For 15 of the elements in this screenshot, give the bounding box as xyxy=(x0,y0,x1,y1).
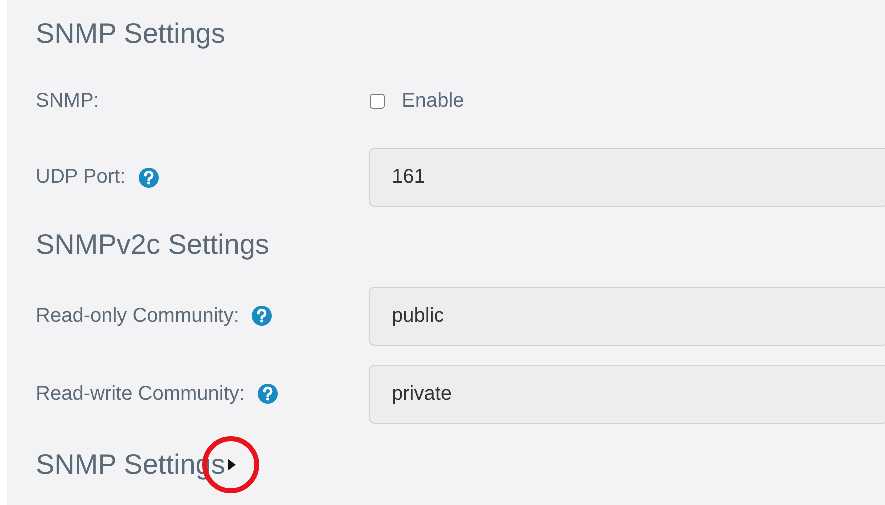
input-field[interactable]: public xyxy=(369,286,885,346)
help-icon[interactable] xyxy=(138,168,159,188)
field-label: Read-only Community: xyxy=(36,304,240,328)
section-heading: SNMPv2c Settings xyxy=(36,228,270,262)
help-icon[interactable] xyxy=(258,384,278,404)
help-icon[interactable] xyxy=(252,306,272,326)
input-field[interactable]: 161 xyxy=(369,148,885,207)
section-heading: SNMP Settings xyxy=(36,17,226,51)
field-label: Read-write Community: xyxy=(36,382,245,406)
input-field[interactable]: private xyxy=(369,364,885,424)
field-label: SNMP: xyxy=(36,90,100,113)
checkbox-label: Enable xyxy=(402,90,464,113)
caret-right-icon[interactable] xyxy=(227,458,238,472)
field-label: UDP Port: xyxy=(36,166,126,189)
checkbox[interactable] xyxy=(370,94,385,109)
